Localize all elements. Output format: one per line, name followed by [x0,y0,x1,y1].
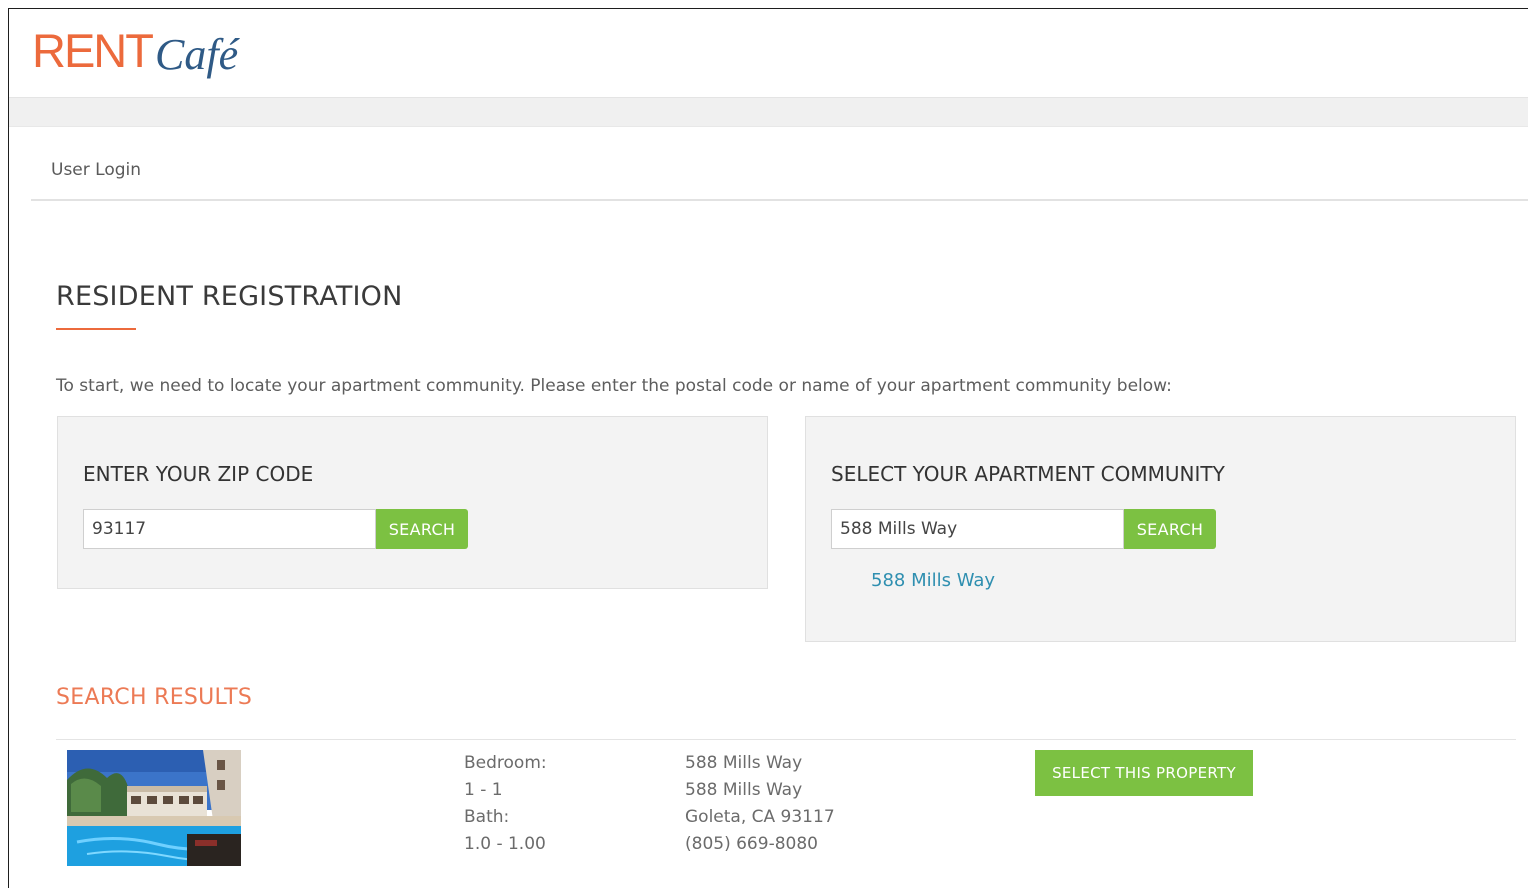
bedroom-label: Bedroom: [464,753,547,773]
property-address: 588 Mills Way 588 Mills Way Goleta, CA 9… [685,750,835,858]
nav-band [9,97,1528,127]
property-street: 588 Mills Way [685,780,803,800]
community-panel-heading: SELECT YOUR APARTMENT COMMUNITY [831,462,1225,486]
zip-code-panel: ENTER YOUR ZIP CODE SEARCH [57,416,768,589]
bath-label: Bath: [464,807,510,827]
bedroom-value: 1 - 1 [464,780,503,800]
breadcrumb: User Login [51,160,142,180]
property-city: Goleta, CA 93117 [685,807,835,827]
page-title: RESIDENT REGISTRATION [56,281,403,312]
community-panel: SELECT YOUR APARTMENT COMMUNITY SEARCH 5… [805,416,1516,642]
pool-photo-image [67,750,241,866]
zip-code-input[interactable] [83,509,376,549]
bath-value: 1.0 - 1.00 [464,834,546,854]
property-phone: (805) 669-8080 [685,834,818,854]
breadcrumb-divider [31,199,1528,201]
search-results-title: SEARCH RESULTS [56,685,253,710]
property-name: 588 Mills Way [685,753,803,773]
property-specs: Bedroom: 1 - 1 Bath: 1.0 - 1.00 [464,750,547,858]
community-suggestion-link[interactable]: 588 Mills Way [871,570,995,591]
community-search-button[interactable]: SEARCH [1124,509,1216,549]
results-divider [56,739,1516,740]
logo-cafe-text: Café [155,30,239,79]
pool-photo-thumbnail[interactable] [67,750,241,866]
zip-search-button[interactable]: SEARCH [376,509,468,549]
logo-rent-text: RENT [32,24,154,77]
page-frame: RENT Café User Login RESIDENT REGISTRATI… [8,8,1528,888]
community-input[interactable] [831,509,1124,549]
select-property-button[interactable]: SELECT THIS PROPERTY [1035,750,1253,796]
intro-text: To start, we need to locate your apartme… [56,376,1172,396]
title-accent-line [56,328,136,330]
zip-panel-heading: ENTER YOUR ZIP CODE [83,462,314,486]
site-header: RENT Café [9,9,1528,97]
